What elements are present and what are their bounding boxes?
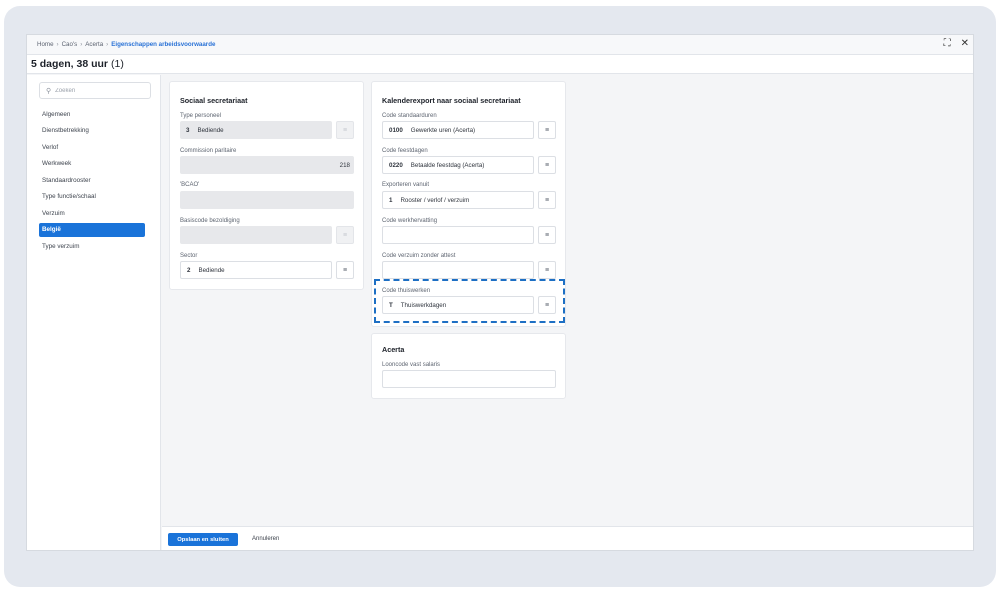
feestdagen-value: Betaalde feestdag (Acerta): [410, 161, 485, 169]
list-lookup-icon[interactable]: ≡: [336, 261, 354, 279]
page-title: 5 dagen, 38 uur (1): [27, 55, 973, 74]
sidebar-item-algemeen[interactable]: Algemeen: [39, 107, 145, 121]
breadcrumb: Home › Cao's › Acerta › Eigenschappen ar…: [27, 35, 973, 55]
werkhervatting-field[interactable]: [382, 226, 534, 244]
sector-field[interactable]: 2 Bediende: [180, 261, 332, 279]
commission-field: 218: [180, 156, 354, 174]
sidebar-item-type-verzuim[interactable]: Type verzuim: [39, 239, 145, 253]
feestdagen-field[interactable]: 0220 Betaalde feestdag (Acerta): [382, 156, 534, 174]
exporteren-value: Rooster / verlof / verzuim: [400, 196, 470, 204]
panel-sociaal-secretariaat: Sociaal secretariaat Type personeel 3 Be…: [169, 81, 364, 290]
list-lookup-icon: ≡: [336, 226, 354, 244]
list-lookup-icon[interactable]: ≡: [538, 121, 556, 139]
sidebar: ⚲ Algemeen Dienstbetrekking Verlof Werkw…: [27, 75, 161, 550]
panel-title: Sociaal secretariaat: [180, 96, 248, 105]
verzuim-zonder-attest-field[interactable]: [382, 261, 534, 279]
chevron-right-icon: ›: [106, 41, 109, 48]
exporteren-field[interactable]: 1 Rooster / verlof / verzuim: [382, 191, 534, 209]
thuiswerken-label: Code thuiswerken: [382, 288, 431, 294]
breadcrumb-caos[interactable]: Cao's: [62, 41, 78, 48]
thuiswerken-value: Thuiswerkdagen: [400, 301, 447, 309]
properties-window: Home › Cao's › Acerta › Eigenschappen ar…: [26, 34, 974, 551]
commission-value: 218: [339, 161, 350, 169]
search-box[interactable]: ⚲: [39, 82, 151, 99]
breadcrumb-home[interactable]: Home: [37, 41, 54, 48]
sidebar-item-type-functie[interactable]: Type functie/schaal: [39, 190, 145, 204]
list-lookup-icon[interactable]: ≡: [538, 191, 556, 209]
standaarduren-field[interactable]: 0100 Gewerkte uren (Acerta): [382, 121, 534, 139]
looncode-label: Looncode vast salaris: [382, 362, 441, 368]
sidebar-nav: Algemeen Dienstbetrekking Verlof Werkwee…: [39, 107, 145, 256]
basiscode-field: [180, 226, 332, 244]
standaarduren-label: Code standaarduren: [382, 113, 437, 119]
list-lookup-icon: ≡: [336, 121, 354, 139]
type-personeel-field: 3 Bediende: [180, 121, 332, 139]
feestdagen-label: Code feestdagen: [382, 148, 428, 154]
standaarduren-value: Gewerkte uren (Acerta): [410, 126, 476, 134]
breadcrumb-current: Eigenschappen arbeidsvoorwaarde: [111, 41, 216, 48]
werkhervatting-label: Code werkhervatting: [382, 218, 438, 224]
chevron-right-icon: ›: [80, 41, 83, 48]
cancel-button[interactable]: Annuleren: [252, 533, 279, 546]
sidebar-item-standaardrooster[interactable]: Standaardrooster: [39, 173, 145, 187]
panel-kalenderexport: Kalenderexport naar sociaal secretariaat…: [371, 81, 566, 327]
bcao-field: [180, 191, 354, 209]
list-lookup-icon[interactable]: ≡: [538, 296, 556, 314]
exporteren-label: Exporteren vanuit: [382, 182, 430, 188]
exporteren-code: 1: [389, 196, 393, 204]
window-controls: ⛶ ✕: [944, 38, 969, 50]
thuiswerken-code: T: [389, 301, 393, 309]
sector-value: Bediende: [198, 266, 225, 274]
sidebar-item-dienstbetrekking[interactable]: Dienstbetrekking: [39, 124, 145, 138]
footer-bar: Opslaan en sluiten Annuleren: [162, 526, 973, 550]
sidebar-item-verlof[interactable]: Verlof: [39, 140, 145, 154]
list-lookup-icon[interactable]: ≡: [538, 226, 556, 244]
list-lookup-icon[interactable]: ≡: [538, 156, 556, 174]
basiscode-label: Basiscode bezoldiging: [180, 218, 240, 224]
type-personeel-value: Bediende: [197, 126, 224, 134]
sector-code: 2: [187, 266, 191, 274]
looncode-field[interactable]: [382, 370, 556, 388]
panel-title: Acerta: [382, 345, 405, 354]
chevron-right-icon: ›: [56, 41, 59, 48]
bcao-label: 'BCAO': [180, 182, 200, 188]
page-title-count: (1): [111, 58, 124, 70]
feestdagen-code: 0220: [389, 161, 403, 169]
sector-label: Sector: [180, 253, 198, 259]
page-title-text: 5 dagen, 38 uur: [31, 58, 109, 70]
type-personeel-code: 3: [186, 126, 190, 134]
search-input[interactable]: [55, 87, 136, 94]
save-and-close-button[interactable]: Opslaan en sluiten: [168, 533, 238, 546]
panel-title: Kalenderexport naar sociaal secretariaat: [382, 96, 521, 105]
verzuim-zonder-attest-label: Code verzuim zonder attest: [382, 253, 456, 259]
commission-label: Commission paritaire: [180, 148, 237, 154]
panel-acerta: Acerta Looncode vast salaris: [371, 333, 566, 399]
sidebar-item-werkweek[interactable]: Werkweek: [39, 157, 145, 171]
list-lookup-icon[interactable]: ≡: [538, 261, 556, 279]
close-icon[interactable]: ✕: [961, 38, 969, 50]
thuiswerken-field[interactable]: T Thuiswerkdagen: [382, 296, 534, 314]
sidebar-item-verzuim[interactable]: Verzuim: [39, 206, 145, 220]
expand-icon[interactable]: ⛶: [944, 38, 951, 50]
sidebar-item-belgie[interactable]: België: [39, 222, 145, 237]
search-icon: ⚲: [46, 87, 52, 95]
breadcrumb-acerta[interactable]: Acerta: [85, 41, 103, 48]
type-personeel-label: Type personeel: [180, 113, 222, 119]
standaarduren-code: 0100: [389, 126, 403, 134]
